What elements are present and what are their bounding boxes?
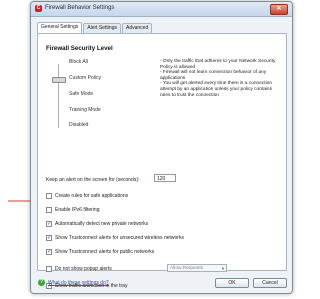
close-button[interactable]: ✕ [270,4,288,15]
checkbox[interactable] [46,192,52,199]
comodo-shield-icon: C [35,5,42,12]
help-link[interactable]: What do these settings do? [48,280,109,286]
option-ipv6-filtering[interactable]: Enable IPv6 filtering [46,206,99,213]
level-block-all[interactable]: Block All [69,59,88,65]
ok-button[interactable]: OK [215,278,249,288]
tab-general-settings[interactable]: General Settings [37,22,83,33]
tab-advanced[interactable]: Advanced [122,23,153,33]
option-trustconnect-wireless[interactable]: ✓ Show Trustconnect alerts for unsecured… [46,234,184,241]
option-trustconnect-public[interactable]: ✓ Show Trustconnect alerts for public ne… [46,248,154,255]
level-description: - Only the traffic that adheres to your … [160,59,282,98]
option-label: Automatically detect new private network… [55,220,149,227]
title-bar: C Firewall Behavior Settings ✕ [31,2,292,17]
security-level-slider[interactable] [52,77,66,83]
option-label: Show Trustconnect alerts for unsecured w… [55,234,184,241]
general-settings-panel: Firewall Security Level Block All Custom… [37,33,287,289]
description-line: - Only the traffic that adheres to your … [160,59,276,70]
section-title: Firewall Security Level [46,45,113,52]
security-level-track [58,64,59,128]
window-title: Firewall Behavior Settings [45,5,115,11]
checkbox[interactable] [46,206,52,213]
help-icon: ? [38,279,45,286]
option-label: Enable IPv6 filtering [55,206,100,213]
option-create-rules[interactable]: Create rules for safe applications [46,192,128,199]
tab-bar: General Settings Alert Settings Advanced [37,22,153,33]
option-detect-networks[interactable]: ✓ Automatically detect new private netwo… [46,220,148,227]
firewall-settings-dialog: C Firewall Behavior Settings ✕ General S… [30,1,293,294]
checkbox-checked[interactable]: ✓ [46,248,52,255]
level-custom-policy[interactable]: Custom Policy [69,75,101,81]
checkbox-checked[interactable]: ✓ [46,220,52,227]
checkbox[interactable] [46,265,52,272]
level-safe-mode[interactable]: Safe Mode [69,91,93,97]
description-line: - Firewall will not learn connection beh… [160,70,267,81]
dropdown-value: Allow Requests [170,266,204,271]
option-label: Create rules for safe applications [55,192,129,199]
level-training-mode[interactable]: Training Mode [69,107,101,113]
level-disabled[interactable]: Disabled [69,122,88,128]
popup-action-dropdown[interactable]: Allow Requests ▼ [167,264,227,272]
option-no-popup-alerts[interactable]: Do not show popup alerts [46,265,112,272]
alert-duration-label: Keep an alert on the screen for (seconds… [46,177,140,183]
checkbox-checked[interactable]: ✓ [46,234,52,241]
chevron-down-icon: ▼ [221,266,225,271]
option-label: Do not show popup alerts [55,265,112,272]
option-label: Show Trustconnect alerts for public netw… [55,248,155,255]
alert-duration-input[interactable]: 120 [154,174,176,182]
tab-alert-settings[interactable]: Alert Settings [83,23,121,33]
cancel-button[interactable]: Cancel [253,278,287,288]
description-line: - You will get alerted every time there … [160,81,272,98]
help-section: ? What do these settings do? [38,279,109,286]
